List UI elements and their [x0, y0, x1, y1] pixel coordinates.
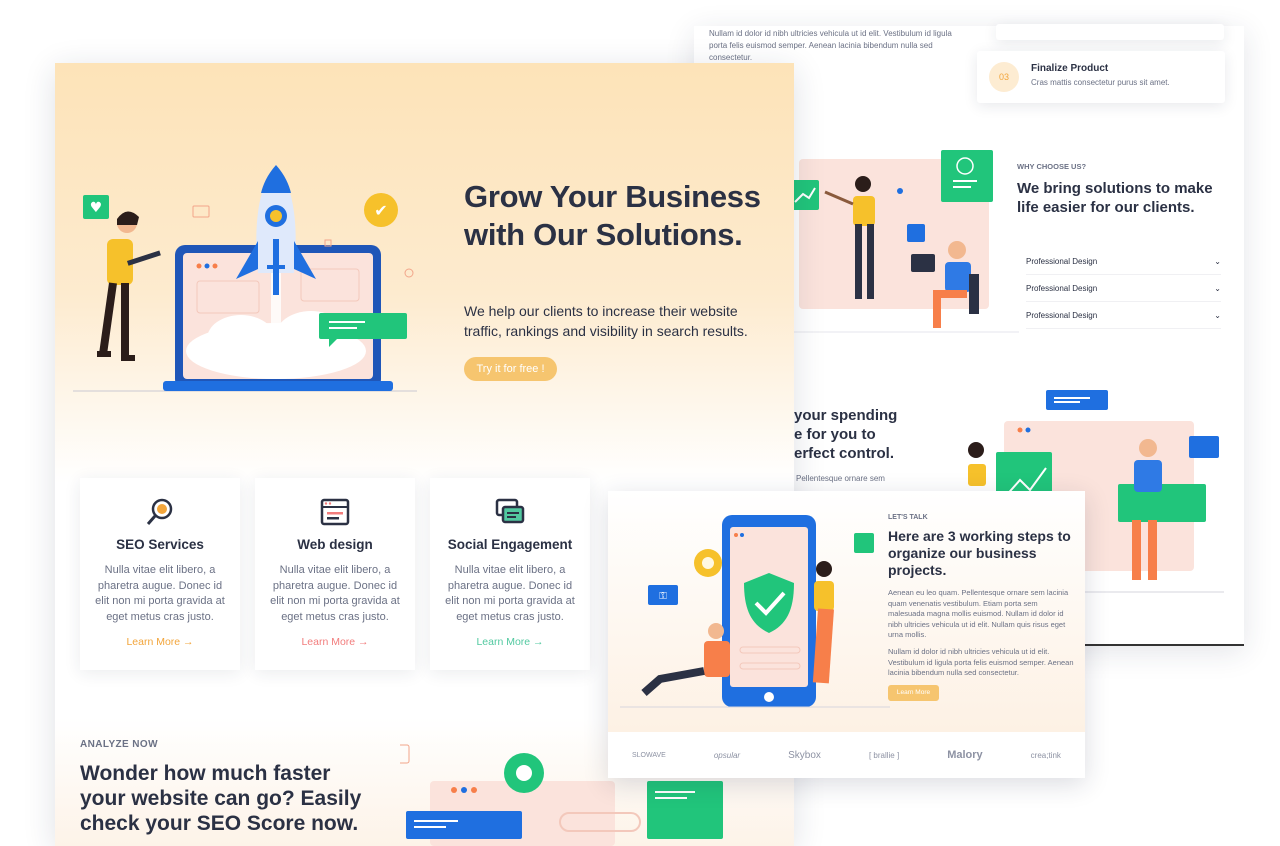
logo-malory: Malory [947, 749, 983, 761]
browser-icon [320, 498, 350, 526]
team-illustration [789, 150, 1019, 333]
security-phone-illustration: ⚿ [620, 515, 890, 708]
svg-text:⚿: ⚿ [659, 591, 667, 602]
svg-text:✔: ✔ [374, 201, 387, 220]
chevron-down-icon: ⌄ [1214, 283, 1221, 293]
logo-creatink: crea;tink [1030, 750, 1061, 760]
accordion-label: Professional Design [1026, 283, 1098, 293]
step-text: Cras mattis consectetur purus sit amet. [1031, 78, 1170, 87]
spending-text: Pellentesque ornare sem [796, 474, 885, 483]
logo-opsular: opsular [713, 750, 741, 760]
learn-more-link[interactable]: Learn More → [80, 636, 240, 648]
why-title: We bring solutions to make life easier f… [1017, 180, 1213, 216]
accordion-label: Professional Design [1026, 310, 1098, 320]
chat-icon [495, 498, 525, 524]
service-card-social: Social Engagement Nulla vitae elit liber… [430, 478, 590, 670]
service-title: Web design [297, 537, 373, 552]
talk-page-preview: ⚿ LET'S TALK Here are 3 working steps to… [608, 491, 1085, 778]
service-card-web-design: Web design Nulla vitae elit libero, a ph… [255, 478, 415, 670]
try-free-button[interactable]: Try it for free ! [464, 357, 557, 381]
talk-learn-more-button[interactable]: Learn More [888, 685, 939, 701]
chevron-down-icon: ⌄ [1214, 256, 1221, 266]
spending-title: your spending e for you to erfect contro… [794, 407, 898, 462]
learn-more-link[interactable]: Learn More → [430, 636, 590, 648]
talk-paragraph-2: Nullam id dolor id nibh ultricies vehicu… [888, 647, 1074, 677]
service-title: SEO Services [116, 537, 204, 552]
logo-brallie: [ brallie ] [868, 750, 900, 760]
accordion-item[interactable]: Professional Design ⌄ [1026, 248, 1221, 275]
talk-eyebrow: LET'S TALK [888, 514, 928, 521]
service-title: Social Engagement [447, 537, 573, 552]
logo-slowave: SLOWAVE [632, 751, 666, 759]
client-logos: SLOWAVE opsular Skybox [ brallie ] Malor… [608, 749, 1085, 761]
accordion-item[interactable]: Professional Design ⌄ [1026, 275, 1221, 302]
top-paragraph: Nullam id dolor id nibh ultricies vehicu… [709, 29, 952, 62]
hero-title: Grow Your Business with Our Solutions. [464, 179, 761, 252]
learn-more-link[interactable]: Learn More → [255, 636, 415, 648]
step-title: Finalize Product [1031, 63, 1109, 74]
service-text: Nulla vitae elit libero, a pharetra augu… [445, 564, 575, 623]
service-card-seo: SEO Services Nulla vitae elit libero, a … [80, 478, 240, 670]
service-text: Nulla vitae elit libero, a pharetra augu… [95, 564, 225, 623]
talk-paragraph-1: Aenean eu leo quam. Pellentesque ornare … [888, 588, 1069, 639]
step-number: 03 [989, 62, 1019, 92]
accordion-item[interactable]: Professional Design ⌄ [1026, 302, 1221, 329]
why-accordion: Professional Design ⌄ Professional Desig… [1026, 248, 1221, 329]
hero-subtitle: We help our clients to increase their we… [464, 303, 748, 339]
step-card-partial [996, 24, 1224, 40]
analyze-title: Wonder how much faster your website can … [80, 762, 362, 835]
talk-title: Here are 3 working steps to organize our… [888, 528, 1071, 578]
logo-skybox: Skybox [788, 749, 821, 761]
search-icon [146, 498, 173, 525]
rocket-launch-illustration: ♥ ✔ [73, 165, 417, 392]
accordion-label: Professional Design [1026, 256, 1098, 266]
step-card: 03 Finalize Product Cras mattis consecte… [977, 51, 1225, 103]
service-text: Nulla vitae elit libero, a pharetra augu… [270, 564, 400, 623]
why-eyebrow: WHY CHOOSE US? [1017, 162, 1087, 171]
analyze-eyebrow: ANALYZE NOW [80, 739, 158, 750]
svg-text:♥: ♥ [90, 200, 103, 216]
chevron-down-icon: ⌄ [1214, 310, 1221, 320]
